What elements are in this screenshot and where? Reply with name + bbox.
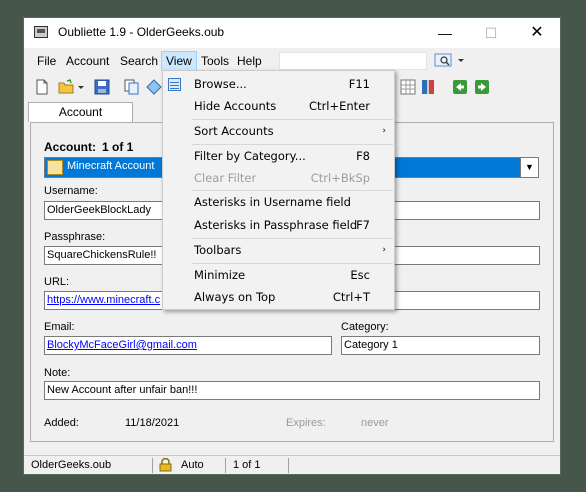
expires-value: never [361,417,389,429]
app-icon [34,26,48,38]
menu-tools[interactable]: Tools [196,52,234,70]
maximize-button[interactable]: ☐ [468,18,514,48]
url-link[interactable]: https://www.minecraft.c [47,294,160,306]
menu-item-minimize[interactable]: Minimize Esc [194,265,394,285]
status-divider [225,458,226,473]
forward-arrow-icon[interactable] [474,79,490,95]
minimize-button[interactable]: — [422,18,468,48]
save-icon[interactable] [94,79,110,95]
menu-item-label: Hide Accounts [194,99,277,113]
find-dropdown-icon[interactable] [434,53,468,69]
category-field[interactable]: Category 1 [341,336,540,355]
account-counter: 1 of 1 [102,140,134,154]
menu-item-label: Toolbars [194,243,242,257]
menu-item-shortcut: Esc [350,268,370,282]
menu-item-filter-by-category[interactable]: Filter by Category... F8 [194,146,394,166]
note-field[interactable]: New Account after unfair ban!!! [44,381,540,400]
menu-item-label: Asterisks in Username field [194,195,351,209]
menu-account[interactable]: Account [61,52,114,70]
status-position: 1 of 1 [233,459,261,471]
menu-item-shortcut: Ctrl+Enter [309,99,370,113]
window-title: Oubliette 1.9 - OlderGeeks.oub [58,25,225,39]
menu-separator [192,119,393,120]
submenu-arrow-icon: › [382,126,386,136]
dropdown-arrow-icon[interactable] [76,79,86,95]
email-link[interactable]: BlockyMcFaceGirl@gmail.com [47,339,197,351]
menu-item-browse[interactable]: Browse... F11 [194,74,394,94]
menu-item-toolbars[interactable]: Toolbars › [194,240,394,260]
menu-item-sort-accounts[interactable]: Sort Accounts › [194,121,394,141]
menu-item-shortcut: F8 [356,149,370,163]
expires-label: Expires: [286,417,326,429]
title-bar[interactable]: Oubliette 1.9 - OlderGeeks.oub — ☐ ✕ [24,18,560,48]
menu-separator [192,190,393,191]
menu-file[interactable]: File [32,52,61,70]
new-file-icon[interactable] [34,79,50,95]
menu-item-shortcut: Ctrl+BkSp [310,171,370,185]
tab-account-information[interactable]: Account information [28,102,133,138]
menu-item-hide-accounts[interactable]: Hide Accounts Ctrl+Enter [194,96,394,116]
account-select-value: Minecraft Account [67,160,155,172]
account-label: Account: [44,140,96,154]
menu-item-label: Always on Top [194,290,276,304]
email-label: Email: [44,321,75,333]
menu-item-label: Minimize [194,268,246,282]
menu-item-shortcut: F7 [356,218,370,232]
username-label: Username: [44,185,98,197]
view-menu-dropdown: Browse... F11 Hide Accounts Ctrl+Enter S… [162,70,395,310]
menu-bar: File Account Search View Tools Help [24,49,560,71]
email-field[interactable]: BlockyMcFaceGirl@gmail.com [44,336,332,355]
menu-separator [192,263,393,264]
menu-item-label: Sort Accounts [194,124,274,138]
chevron-down-icon[interactable]: ▼ [520,158,538,177]
back-arrow-icon[interactable] [452,79,468,95]
grid-icon[interactable] [400,79,416,95]
status-divider [288,458,289,473]
diamond-icon[interactable] [146,79,162,95]
menu-item-label: Clear Filter [194,171,257,185]
open-folder-icon[interactable] [58,79,74,95]
menu-item-asterisks-username[interactable]: Asterisks in Username field [194,192,394,212]
added-label: Added: [44,417,79,429]
copy-icon[interactable] [124,79,140,95]
menu-item-label: Browse... [194,77,247,91]
menu-item-asterisks-passphrase[interactable]: Asterisks in Passphrase field F7 [194,215,394,235]
note-label: Note: [44,367,71,379]
menu-view[interactable]: View [161,51,197,71]
menu-item-label: Asterisks in Passphrase field [194,218,358,232]
close-button[interactable]: ✕ [514,18,560,48]
status-divider [152,458,153,473]
passphrase-label: Passphrase: [44,231,106,243]
url-label: URL: [44,276,70,288]
submenu-arrow-icon: › [382,245,386,255]
quick-search-input[interactable] [279,52,427,70]
menu-search[interactable]: Search [115,52,163,70]
menu-item-shortcut: Ctrl+T [332,290,370,304]
menu-item-clear-filter: Clear Filter Ctrl+BkSp [194,168,394,188]
menu-item-shortcut: F11 [348,77,370,91]
category-label: Category: [341,321,389,333]
book-icon[interactable] [420,79,436,95]
status-mode: Auto [181,459,204,471]
menu-item-label: Filter by Category... [194,149,306,163]
menu-help[interactable]: Help [232,52,267,70]
browse-icon [168,78,181,91]
padlock-icon [159,458,172,472]
menu-separator [192,144,393,145]
lock-account-icon [47,160,63,175]
menu-item-always-on-top[interactable]: Always on Top Ctrl+T [194,287,394,307]
status-file: OlderGeeks.oub [31,459,112,471]
status-bar: OlderGeeks.oub Auto 1 of 1 [24,455,560,474]
menu-separator [192,238,393,239]
added-date: 11/18/2021 [125,417,180,429]
